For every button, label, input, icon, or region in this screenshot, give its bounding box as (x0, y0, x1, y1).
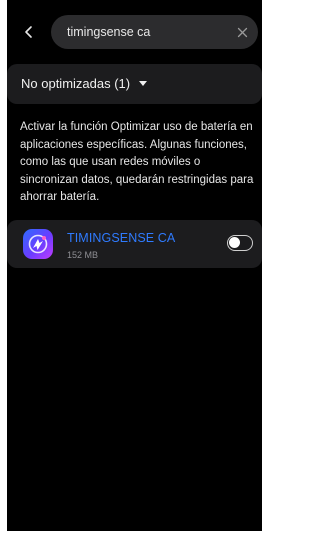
filter-label: No optimizadas (1) (21, 76, 131, 91)
back-button[interactable] (17, 20, 41, 44)
battery-description: Activar la función Optimizar uso de bate… (20, 121, 254, 203)
search-box[interactable] (51, 15, 258, 49)
search-input[interactable] (67, 15, 227, 49)
filter-dropdown[interactable]: No optimizadas (1) (7, 64, 262, 104)
list-item[interactable]: TIMINGSENSE CA 152 MB (7, 220, 262, 268)
chevron-left-icon (25, 26, 32, 38)
clear-search-button[interactable] (232, 22, 252, 42)
app-name: TIMINGSENSE CA (67, 231, 176, 245)
toggle-knob (229, 237, 240, 248)
app-size: 152 MB (67, 250, 99, 260)
caret-down-icon (139, 81, 147, 86)
app-screen: No optimizadas (1) Activar la función Op… (7, 0, 262, 531)
timingsense-app-icon (23, 229, 53, 259)
close-icon (237, 27, 247, 37)
search-toolbar (7, 12, 262, 52)
optimize-toggle[interactable] (227, 235, 253, 251)
